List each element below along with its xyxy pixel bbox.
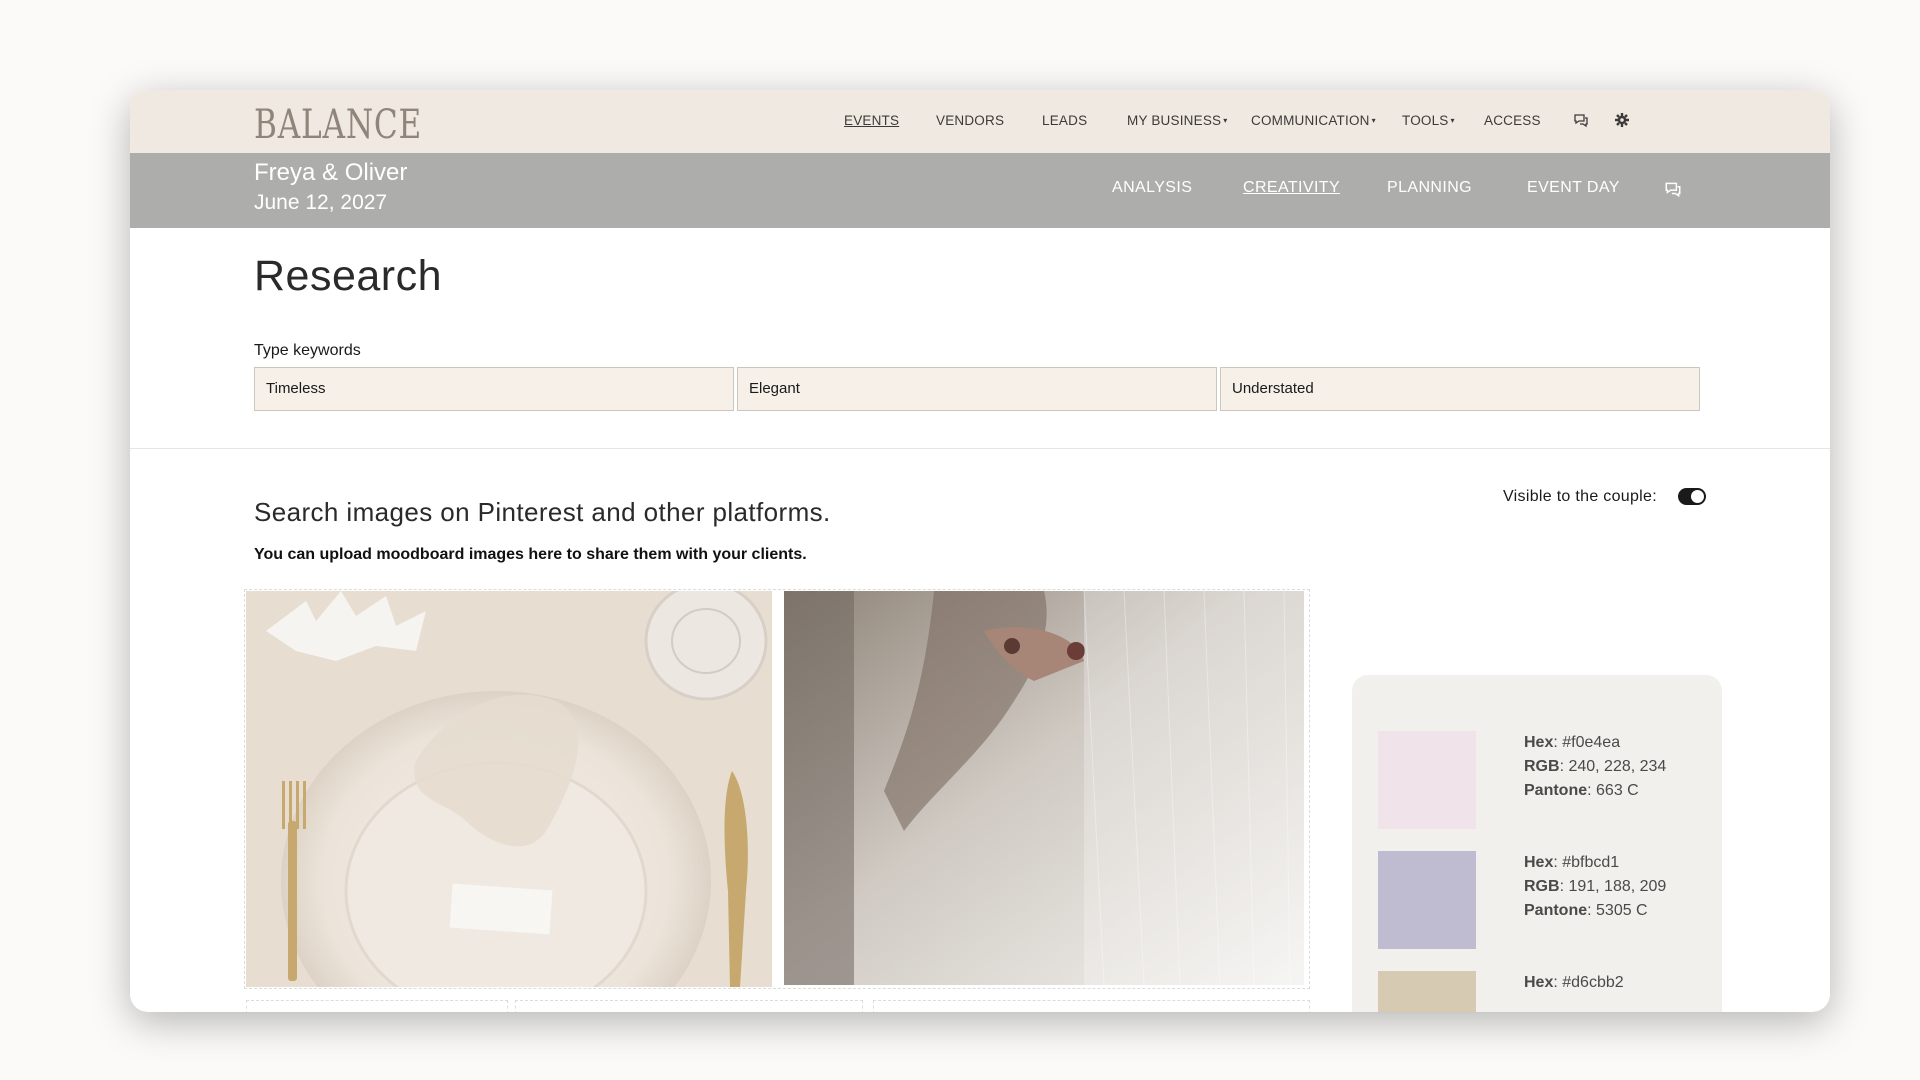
- event-subbar: Freya & Oliver June 12, 2027 ANALYSIS CR…: [130, 153, 1830, 228]
- color-info: Hex: #f0e4ea RGB: 240, 228, 234 Pantone:…: [1524, 734, 1667, 799]
- table-setting-image[interactable]: [246, 591, 772, 987]
- caret-down-icon: ▾: [1450, 116, 1455, 125]
- moodboard-slot[interactable]: [515, 1000, 863, 1012]
- nav-item-access[interactable]: ACCESS: [1484, 113, 1541, 128]
- page-title: Research: [254, 252, 443, 300]
- nav-item-leads[interactable]: LEADS: [1042, 113, 1087, 128]
- color-info: Hex: #d6cbb2: [1524, 974, 1624, 991]
- hex-label: Hex: [1524, 974, 1554, 991]
- main-nav: EVENTS VENDORS LEADS MY BUSINESS ▾ COMMUN…: [130, 90, 1830, 153]
- chat-icon[interactable]: [1664, 180, 1682, 198]
- moodboard-heading: Search images on Pinterest and other pla…: [254, 497, 831, 527]
- keyword-field-2[interactable]: Elegant: [737, 367, 1217, 411]
- nav-item-my-business[interactable]: MY BUSINESS ▾: [1127, 113, 1227, 128]
- hex-value: #bfbcd1: [1562, 854, 1620, 871]
- color-info: Hex: #bfbcd1 RGB: 191, 188, 209 Pantone:…: [1524, 854, 1667, 919]
- nav-item-vendors[interactable]: VENDORS: [936, 113, 1004, 128]
- rgb-label: RGB: [1524, 758, 1560, 775]
- chat-icon[interactable]: [1573, 112, 1589, 128]
- keyword-field-1[interactable]: Timeless: [254, 367, 734, 411]
- visibility-label: Visible to the couple:: [1503, 488, 1657, 505]
- app-window: BALANCE EVENTS VENDORS LEADS MY BUSINESS…: [130, 90, 1830, 1012]
- tab-event-day[interactable]: EVENT DAY: [1527, 179, 1620, 197]
- visibility-toggle[interactable]: [1678, 488, 1706, 505]
- pantone-label: Pantone: [1524, 782, 1588, 799]
- bride-veil-image[interactable]: [784, 591, 1304, 985]
- color-swatch[interactable]: [1378, 971, 1476, 1012]
- pantone-label: Pantone: [1524, 902, 1588, 919]
- hex-value: #f0e4ea: [1562, 734, 1621, 751]
- caret-down-icon: ▾: [1223, 116, 1228, 125]
- hex-label: Hex: [1524, 734, 1554, 751]
- keyword-field-3[interactable]: Understated: [1220, 367, 1700, 411]
- hex-value: #d6cbb2: [1562, 974, 1624, 991]
- rgb-label: RGB: [1524, 878, 1560, 895]
- color-palette-panel: Hex: #f0e4ea RGB: 240, 228, 234 Pantone:…: [1352, 675, 1722, 1012]
- hex-label: Hex: [1524, 854, 1554, 871]
- moodboard-slot[interactable]: [873, 1000, 1310, 1012]
- event-couple-name: Freya & Oliver: [254, 159, 408, 186]
- section-divider: [130, 448, 1830, 449]
- nav-item-events[interactable]: EVENTS: [844, 113, 899, 128]
- keywords-label: Type keywords: [254, 342, 361, 359]
- toggle-knob: [1691, 490, 1704, 503]
- tab-analysis[interactable]: ANALYSIS: [1112, 179, 1192, 197]
- event-date: June 12, 2027: [254, 191, 388, 214]
- moodboard-slot[interactable]: [246, 1000, 508, 1012]
- moodboard-upload-note: You can upload moodboard images here to …: [254, 546, 807, 563]
- rgb-value: 191, 188, 209: [1568, 878, 1667, 895]
- color-swatch[interactable]: [1378, 731, 1476, 829]
- top-navbar: BALANCE EVENTS VENDORS LEADS MY BUSINESS…: [130, 90, 1830, 153]
- gear-icon[interactable]: [1614, 112, 1630, 128]
- pantone-value: 663 C: [1596, 782, 1639, 799]
- nav-item-tools[interactable]: TOOLS ▾: [1402, 113, 1455, 128]
- caret-down-icon: ▾: [1371, 116, 1376, 125]
- tab-creativity[interactable]: CREATIVITY: [1243, 179, 1340, 197]
- pantone-value: 5305 C: [1596, 902, 1648, 919]
- rgb-value: 240, 228, 234: [1568, 758, 1667, 775]
- color-swatch[interactable]: [1378, 851, 1476, 949]
- nav-item-communication[interactable]: COMMUNICATION ▾: [1251, 113, 1376, 128]
- tab-planning[interactable]: PLANNING: [1387, 179, 1472, 197]
